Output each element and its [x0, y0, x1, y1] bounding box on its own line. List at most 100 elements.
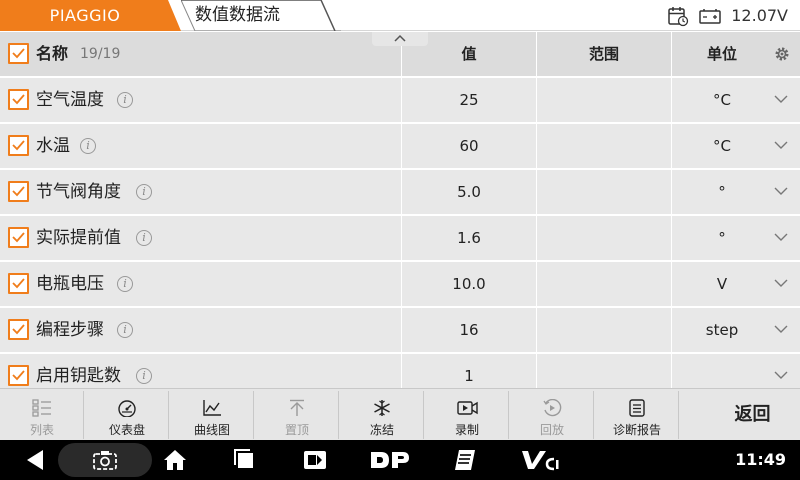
parameter-range [537, 354, 672, 388]
dashboard-label: 仪表盘 [108, 423, 145, 437]
chevron-down-icon [774, 187, 788, 195]
report-icon [629, 399, 645, 417]
screenshot-pill[interactable] [58, 443, 152, 477]
diagnostic-report-button[interactable]: 诊断报告 [595, 391, 679, 439]
table-row[interactable]: 编程步骤 i 16 step [0, 308, 800, 354]
collapse-handle[interactable] [372, 32, 428, 46]
header-bar: PIAGGIO 数值数据流 12.07V [0, 0, 800, 31]
parameter-unit [672, 354, 772, 388]
info-icon[interactable]: i [136, 230, 152, 246]
name-cell: 启用钥匙数 i [0, 354, 402, 388]
pin-top-label: 置顶 [284, 423, 309, 437]
brand-label: PIAGGIO [49, 6, 121, 25]
unit-dropdown[interactable]: ° [672, 170, 800, 214]
column-name-label: 名称 [36, 44, 69, 63]
settings-gear-icon[interactable] [774, 46, 790, 62]
info-icon[interactable]: i [136, 184, 152, 200]
row-checkbox[interactable] [8, 273, 29, 294]
dp-app-icon[interactable] [368, 440, 412, 480]
system-nav-bar: 11:49 [0, 440, 800, 480]
graph-button[interactable]: 曲线图 [170, 391, 254, 439]
back-nav-icon[interactable] [20, 440, 50, 480]
page-title-tab: 数值数据流 [181, 0, 341, 31]
playback-button[interactable]: 回放 [510, 391, 594, 439]
row-checkbox[interactable] [8, 227, 29, 248]
column-range-label: 范围 [537, 32, 672, 76]
parameter-name: 节气阀角度 [36, 182, 121, 202]
table-row[interactable]: 实际提前值 i 1.6 ° [0, 216, 800, 262]
info-icon[interactable]: i [117, 276, 133, 292]
unit-dropdown[interactable]: step [672, 308, 800, 352]
pin-top-icon [290, 399, 304, 416]
parameter-range [537, 262, 672, 306]
chevron-down-icon [774, 325, 788, 333]
parameter-name: 编程步骤 [36, 320, 104, 340]
row-checkbox[interactable] [8, 135, 29, 156]
unit-dropdown[interactable]: °C [672, 124, 800, 168]
chevron-down-icon [774, 279, 788, 287]
freeze-label: 冻结 [369, 423, 394, 437]
snowflake-icon [374, 400, 390, 416]
home-icon[interactable] [160, 440, 190, 480]
record-button[interactable]: 录制 [425, 391, 509, 439]
header-name-cell: 名称 19/19 [0, 32, 402, 76]
data-stream-table: 名称 19/19 值 范围 单位 空气温度 i 25 °C 水温 i 60 °C… [0, 32, 800, 388]
table-row[interactable]: 水温 i 60 °C [0, 124, 800, 170]
row-checkbox[interactable] [8, 365, 29, 386]
parameter-value: 1 [402, 354, 537, 388]
info-icon[interactable]: i [80, 138, 96, 154]
chevron-down-icon [774, 233, 788, 241]
pin-top-button[interactable]: 置顶 [255, 391, 339, 439]
dashboard-button[interactable]: 仪表盘 [85, 391, 169, 439]
parameter-value: 16 [402, 308, 537, 352]
parameter-range [537, 124, 672, 168]
playback-label: 回放 [539, 423, 564, 437]
parameter-name: 水温 [36, 136, 70, 156]
table-row[interactable]: 节气阀角度 i 5.0 ° [0, 170, 800, 216]
record-label: 录制 [454, 423, 479, 437]
graph-label: 曲线图 [193, 423, 230, 437]
info-icon[interactable]: i [117, 92, 133, 108]
parameter-range [537, 170, 672, 214]
item-count: 19/19 [80, 46, 121, 62]
info-icon[interactable]: i [136, 368, 152, 384]
parameter-unit: °C [713, 137, 731, 155]
row-checkbox[interactable] [8, 319, 29, 340]
unit-dropdown[interactable] [672, 354, 800, 388]
select-all-checkbox[interactable] [8, 43, 29, 64]
info-icon[interactable]: i [117, 322, 133, 338]
unit-dropdown[interactable]: V [672, 262, 800, 306]
chevron-down-icon [774, 95, 788, 103]
manual-app-icon[interactable] [450, 440, 480, 480]
parameter-unit: step [705, 321, 739, 339]
recent-apps-icon[interactable] [230, 440, 260, 480]
name-cell: 电瓶电压 i [0, 262, 402, 306]
scan-app-icon[interactable] [300, 440, 330, 480]
unit-dropdown[interactable]: ° [672, 216, 800, 260]
parameter-name: 启用钥匙数 [36, 366, 121, 386]
brand-tab[interactable]: PIAGGIO [0, 0, 181, 31]
parameter-name: 电瓶电压 [36, 274, 104, 294]
row-checkbox[interactable] [8, 89, 29, 110]
table-row[interactable]: 启用钥匙数 i 1 [0, 354, 800, 388]
header-unit-cell: 单位 [672, 32, 800, 76]
video-record-icon [457, 401, 478, 415]
line-chart-icon [203, 400, 221, 416]
back-button[interactable]: 返回 [705, 391, 800, 439]
row-checkbox[interactable] [8, 181, 29, 202]
table-row[interactable]: 电瓶电压 i 10.0 V [0, 262, 800, 308]
parameter-value: 5.0 [402, 170, 537, 214]
parameter-unit: V [716, 275, 728, 293]
calendar-clock-icon[interactable] [667, 5, 689, 27]
name-cell: 实际提前值 i [0, 216, 402, 260]
status-time: 11:49 [735, 450, 786, 469]
unit-dropdown[interactable]: °C [672, 78, 800, 122]
parameter-name: 实际提前值 [36, 228, 121, 248]
screenshot-camera-icon [93, 451, 117, 470]
table-row[interactable]: 空气温度 i 25 °C [0, 78, 800, 124]
freeze-button[interactable]: 冻结 [340, 391, 424, 439]
list-icon [32, 399, 51, 417]
parameter-unit: ° [718, 229, 726, 247]
vci-app-icon[interactable] [520, 440, 560, 480]
list-button[interactable]: 列表 [0, 391, 84, 439]
